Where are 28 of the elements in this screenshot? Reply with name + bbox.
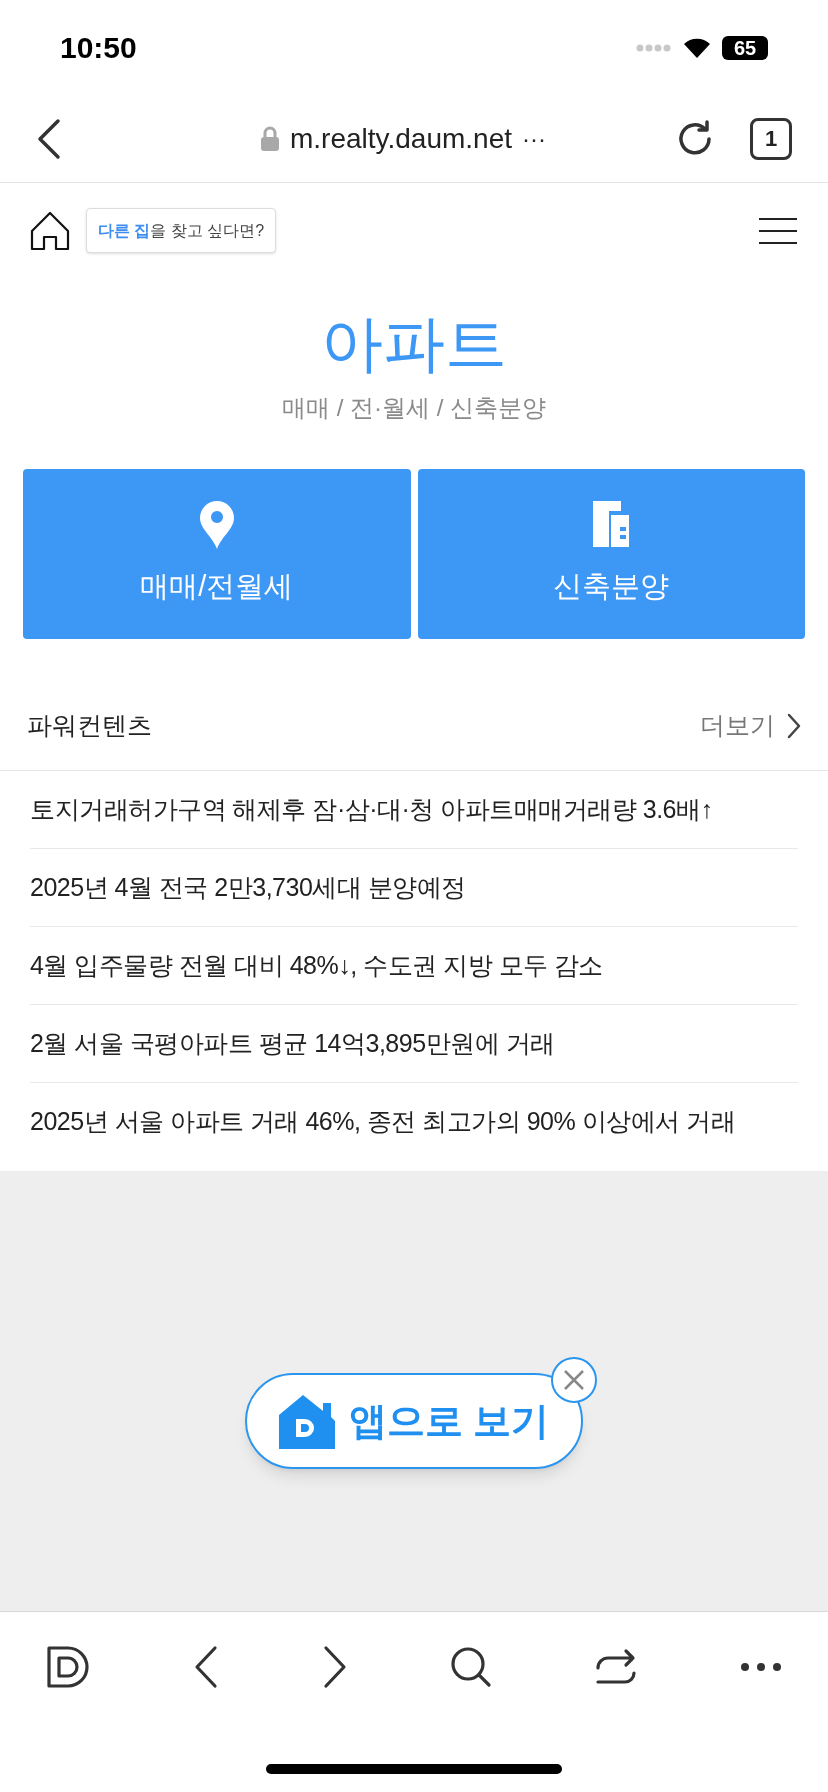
- article-link[interactable]: 2025년 서울 아파트 거래 46%, 종전 최고가의 90% 이상에서 거래: [30, 1103, 736, 1141]
- close-icon: [563, 1369, 585, 1391]
- daum-logo-icon[interactable]: [46, 1645, 90, 1689]
- cellular-signal-icon: [636, 42, 672, 53]
- clock-time: 10:50: [60, 30, 137, 66]
- page-subtitle: 매매 / 전·월세 / 신축분양: [282, 393, 546, 423]
- close-button[interactable]: [551, 1357, 597, 1403]
- tooltip: 다른 집을 찾고 싶다면?: [86, 208, 277, 253]
- more-icon[interactable]: [740, 1662, 782, 1672]
- tabs-button[interactable]: 1: [750, 117, 792, 160]
- article-link[interactable]: 2025년 4월 전국 2만3,730세대 분양예정: [30, 868, 466, 907]
- search-icon[interactable]: [450, 1646, 493, 1688]
- article-link[interactable]: 토지거래허가구역 해제후 잠·삼·대·청 아파트매매거래량 3.6배↑: [30, 790, 713, 829]
- battery-level: 65: [722, 35, 768, 60]
- app-logo-icon: [278, 1393, 335, 1449]
- wifi-icon: [682, 36, 712, 59]
- back-icon[interactable]: [36, 117, 62, 160]
- section-title: 파워컨텐츠: [27, 709, 152, 741]
- more-dots: ···: [522, 123, 546, 154]
- url-text[interactable]: m.realty.daum.net: [290, 117, 512, 160]
- chevron-right-icon: [787, 712, 801, 739]
- page-title: 아파트: [321, 308, 507, 380]
- menu-icon[interactable]: [758, 216, 798, 245]
- lock-icon: [260, 125, 280, 152]
- home-icon[interactable]: [30, 210, 70, 251]
- more-link[interactable]: 더보기: [700, 706, 801, 745]
- article-link[interactable]: 4월 입주물량 전월 대비 48%↓, 수도권 지방 모두 감소: [30, 946, 603, 985]
- article-link[interactable]: 2월 서울 국평아파트 평균 14억3,895만원에 거래: [30, 1024, 555, 1063]
